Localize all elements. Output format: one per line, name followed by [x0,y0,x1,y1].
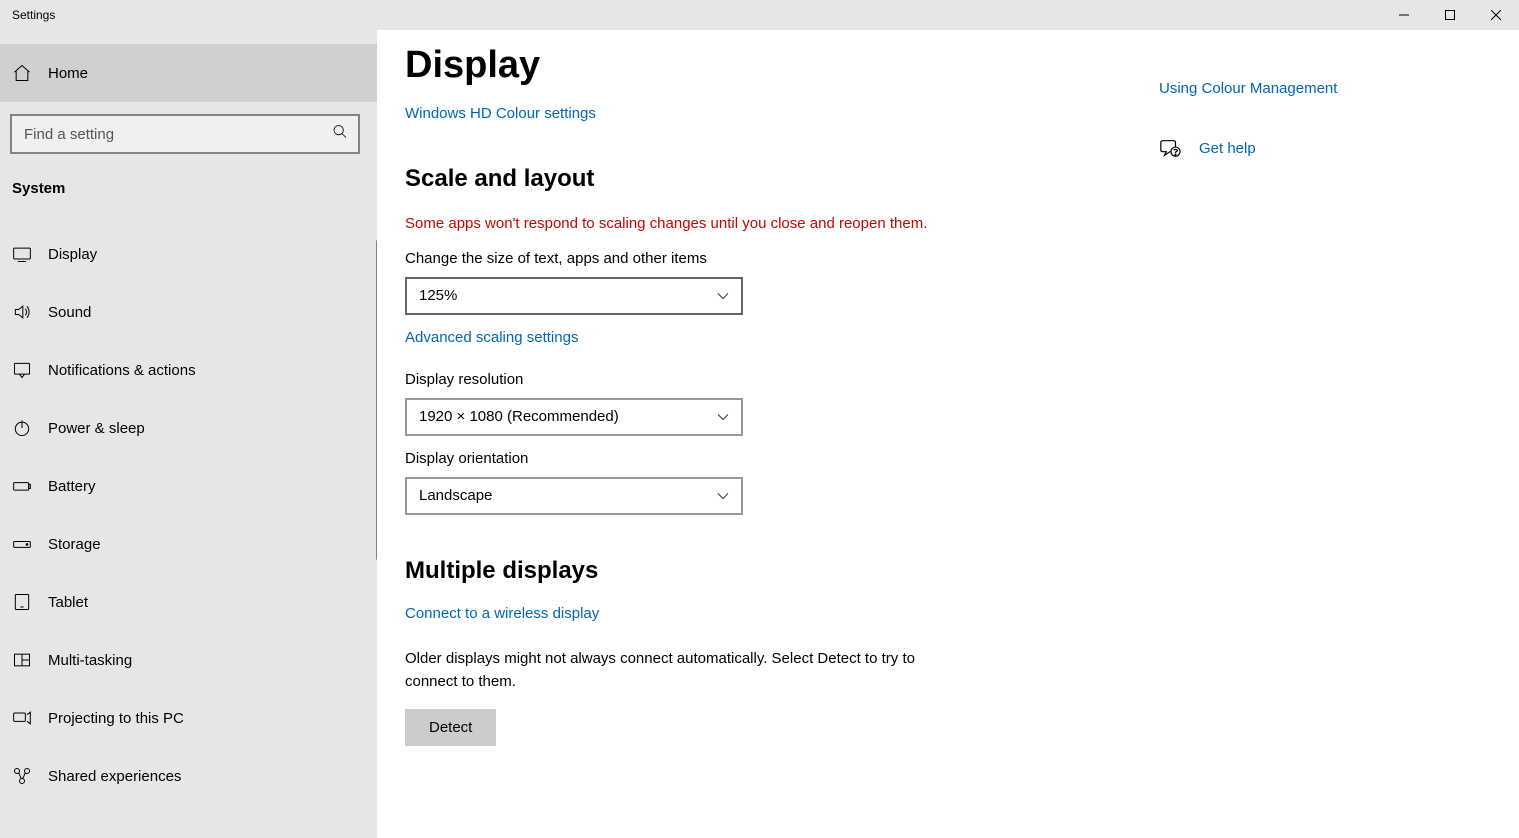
sidebar-item-sound[interactable]: Sound [0,283,377,341]
sidebar-item-notifications[interactable]: Notifications & actions [0,341,377,399]
sidebar-item-label: Projecting to this PC [48,710,184,727]
battery-icon [12,476,44,496]
sidebar-home-label: Home [48,65,88,82]
tablet-icon [12,592,44,612]
scale-warning: Some apps won't respond to scaling chang… [405,213,965,236]
sidebar-home[interactable]: Home [0,44,377,102]
storage-icon [12,534,44,554]
chevron-down-icon [717,287,729,304]
resolution-value: 1920 × 1080 (Recommended) [419,408,619,425]
help-icon [1159,137,1181,159]
hd-colour-link[interactable]: Windows HD Colour settings [405,105,596,122]
scale-dropdown[interactable]: 125% [405,277,743,315]
sidebar-section-header: System [0,164,377,207]
content-column: Display Windows HD Colour settings Scale… [405,30,1125,838]
sidebar-item-battery[interactable]: Battery [0,457,377,515]
orientation-value: Landscape [419,487,492,504]
colour-management-link[interactable]: Using Colour Management [1159,80,1409,97]
wireless-display-link[interactable]: Connect to a wireless display [405,605,599,622]
resolution-label: Display resolution [405,371,1125,388]
search-box[interactable] [10,114,360,154]
display-icon [12,244,44,264]
search-wrap [0,104,377,164]
sidebar-item-tablet[interactable]: Tablet [0,573,377,631]
scale-heading: Scale and layout [405,165,1125,193]
page-title: Display [405,44,1125,87]
search-icon [332,124,348,145]
scale-label: Change the size of text, apps and other … [405,250,1125,267]
chevron-down-icon [717,487,729,504]
sidebar-item-display[interactable]: Display [0,225,377,283]
sidebar-item-multitasking[interactable]: Multi-tasking [0,631,377,689]
sidebar-item-label: Shared experiences [48,768,181,785]
detect-button[interactable]: Detect [405,709,496,746]
chevron-down-icon [717,408,729,425]
multitasking-icon [12,650,44,670]
main-content: Display Windows HD Colour settings Scale… [377,30,1519,838]
sidebar-item-shared[interactable]: Shared experiences [0,747,377,805]
sidebar-item-label: Sound [48,304,91,321]
sidebar-item-label: Tablet [48,594,88,611]
advanced-scaling-link[interactable]: Advanced scaling settings [405,329,578,346]
sidebar-item-label: Battery [48,478,96,495]
window-title: Settings [0,8,55,22]
search-input[interactable] [12,116,358,152]
sidebar-item-label: Notifications & actions [48,362,196,379]
maximize-button[interactable] [1427,0,1473,30]
notifications-icon [12,360,44,380]
maximize-icon [1445,10,1455,20]
close-button[interactable] [1473,0,1519,30]
power-icon [12,418,44,438]
sidebar-item-projecting[interactable]: Projecting to this PC [0,689,377,747]
sidebar-nav: Display Sound Notifications & actions Po… [0,225,377,805]
sidebar-item-label: Display [48,246,97,263]
sidebar-item-label: Power & sleep [48,420,145,437]
close-icon [1491,10,1501,20]
sidebar-item-label: Multi-tasking [48,652,132,669]
multi-heading: Multiple displays [405,557,1125,585]
sidebar-item-power[interactable]: Power & sleep [0,399,377,457]
home-icon [12,63,44,83]
sidebar-item-storage[interactable]: Storage [0,515,377,573]
sidebar: Home System Display Sound [0,30,377,838]
shared-icon [12,766,44,786]
help-row[interactable]: Get help [1159,137,1409,159]
help-link[interactable]: Get help [1199,140,1256,157]
sound-icon [12,302,44,322]
title-bar: Settings [0,0,1519,30]
resolution-dropdown[interactable]: 1920 × 1080 (Recommended) [405,398,743,436]
side-column: Using Colour Management Get help [1159,80,1409,159]
window-controls [1381,0,1519,30]
minimize-icon [1399,10,1409,20]
projecting-icon [12,708,44,728]
minimize-button[interactable] [1381,0,1427,30]
detect-text: Older displays might not always connect … [405,647,945,694]
scale-value: 125% [419,287,457,304]
sidebar-item-label: Storage [48,536,101,553]
orientation-label: Display orientation [405,450,1125,467]
orientation-dropdown[interactable]: Landscape [405,477,743,515]
